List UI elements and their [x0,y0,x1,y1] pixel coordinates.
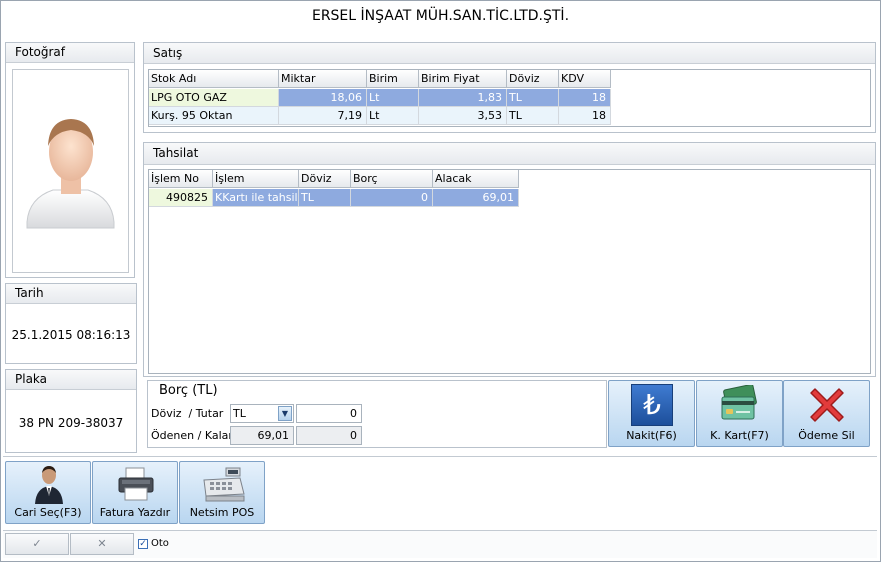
debt-title: Borç (TL) [148,381,606,401]
checkmark-icon: ✓ [32,537,42,550]
sales-header-unit[interactable]: Birim [367,70,419,88]
amount-input[interactable]: 0 [296,404,362,423]
collection-title: Tahsilat [144,143,875,165]
select-account-button-label: Cari Seç(F3) [14,506,82,519]
collection-row-1-currency[interactable]: TL [299,189,351,207]
sales-header-currency[interactable]: Döviz [507,70,559,88]
plate-label: Plaka [6,370,136,390]
separator [3,456,877,457]
collection-row-1-credit[interactable]: 69,01 [433,189,519,207]
sales-row-2-unit[interactable]: Lt [367,107,419,125]
pos-button[interactable]: Netsim POS [179,461,265,524]
delete-payment-button-label: Ödeme Sil [798,429,855,442]
user-avatar-icon [26,119,115,229]
currency-amount-label: Döviz / Tutar [151,407,224,420]
collection-grid[interactable]: İşlem No İşlem Döviz Borç Alacak 490825 … [148,169,871,374]
collection-header-debt[interactable]: Borç [351,170,433,188]
plate-value: 38 PN 209-38037 [18,416,124,430]
card-button-label: K. Kart(F7) [710,429,769,442]
debt-panel: Borç (TL) Döviz / Tutar Ödenen / Kalan T… [147,380,607,448]
date-panel: Tarih 25.1.2015 08:16:13 [5,283,137,364]
collection-header-currency[interactable]: Döviz [299,170,351,188]
cancel-button[interactable]: ✕ [70,533,134,555]
photo-panel: Fotoğraf [5,42,135,278]
company-title: ERSEL İNŞAAT MÜH.SAN.TİC.LTD.ŞTİ. [311,8,570,24]
sales-row-1-stock[interactable]: LPG OTO GAZ [149,89,279,107]
auto-checkbox[interactable]: ✓ [138,539,148,549]
collection-row-1-debt[interactable]: 0 [351,189,433,207]
footer-bar [3,530,877,558]
sales-header-stock[interactable]: Stok Adı [149,70,279,88]
currency-select[interactable]: TL ▼ [230,404,294,423]
remaining-value: 0 [296,426,362,445]
photo-frame [12,69,129,273]
sales-header-unit-price[interactable]: Birim Fiyat [419,70,507,88]
delete-payment-button[interactable]: Ödeme Sil [783,380,870,447]
plate-panel: Plaka 38 PN 209-38037 [5,369,137,453]
paid-remaining-label: Ödenen / Kalan [151,429,236,442]
person-icon [35,466,63,504]
close-icon: ✕ [97,537,107,550]
cash-button[interactable]: ₺ Nakit(F6) [608,380,695,447]
sales-row-2-unit-price[interactable]: 3,53 [419,107,507,125]
date-label: Tarih [6,284,136,304]
photo-label: Fotoğraf [6,43,134,63]
sales-row-2-vat[interactable]: 18 [559,107,611,125]
collection-panel: Tahsilat İşlem No İşlem Döviz Borç Alaca… [143,142,876,377]
card-button[interactable]: K. Kart(F7) [696,380,783,447]
currency-select-value: TL [233,407,246,420]
pos-button-label: Netsim POS [189,506,255,519]
chevron-down-icon[interactable]: ▼ [278,406,292,421]
collection-header-txn-no[interactable]: İşlem No [149,170,213,188]
print-invoice-button[interactable]: Fatura Yazdır [92,461,178,524]
sales-grid[interactable]: Stok Adı Miktar Birim Birim Fiyat Döviz … [148,69,871,127]
sales-row-1-unit-price[interactable]: 1,83 [419,89,507,107]
sales-header-qty[interactable]: Miktar [279,70,367,88]
lira-icon: ₺ [631,384,673,426]
auto-label: Oto [151,538,169,549]
select-account-button[interactable]: Cari Seç(F3) [5,461,91,524]
collection-row-1-txn-no[interactable]: 490825 [149,189,213,207]
sales-row-2-qty[interactable]: 7,19 [279,107,367,125]
sales-row-2-stock[interactable]: Kurş. 95 Oktan [149,107,279,125]
collection-header-credit[interactable]: Alacak [433,170,519,188]
printer-icon [118,467,154,501]
sales-panel: Satış Stok Adı Miktar Birim Birim Fiyat … [143,42,876,133]
collection-header-txn[interactable]: İşlem [213,170,299,188]
delete-x-icon [810,388,844,422]
print-invoice-button-label: Fatura Yazdır [99,506,171,519]
paid-value: 69,01 [230,426,294,445]
ok-button[interactable]: ✓ [5,533,69,555]
cash-button-label: Nakit(F6) [626,429,677,442]
cash-register-icon [203,467,245,502]
collection-row-1-txn[interactable]: KKartı ile tahsilat [213,189,299,207]
sales-row-1-unit[interactable]: Lt [367,89,419,107]
sales-row-1-vat[interactable]: 18 [559,89,611,107]
sales-row-2-currency[interactable]: TL [507,107,559,125]
sales-row-1-currency[interactable]: TL [507,89,559,107]
sales-header-vat[interactable]: KDV [559,70,611,88]
sales-title: Satış [144,43,875,64]
sales-row-1-qty[interactable]: 18,06 [279,89,367,107]
credit-card-icon [721,385,757,420]
date-value: 25.1.2015 08:16:13 [11,328,131,342]
